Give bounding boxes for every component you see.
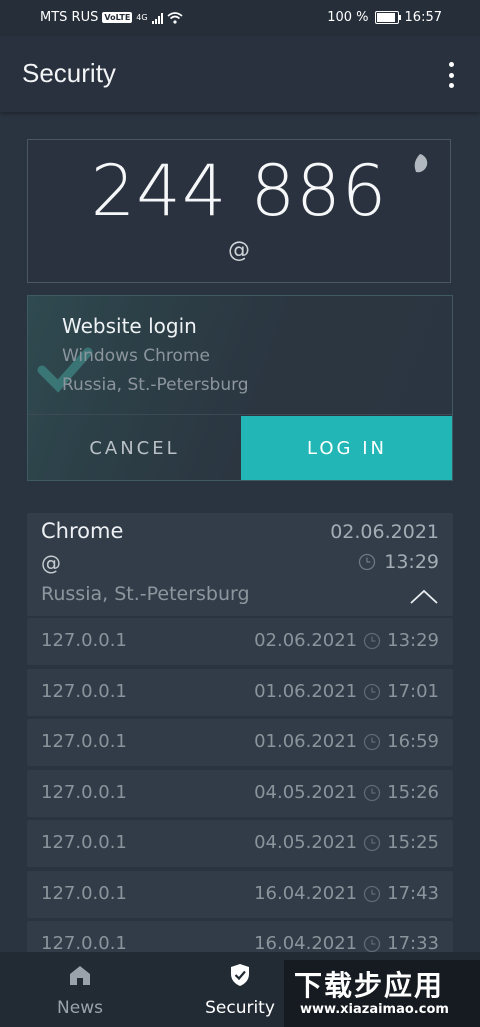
history-time: 16:59: [387, 731, 439, 752]
session-date: 02.06.2021: [330, 521, 439, 543]
countdown-pie-icon: [414, 154, 428, 173]
battery-icon: [374, 11, 401, 24]
history-row[interactable]: 127.0.0.1 01.06.2021 17:01: [27, 669, 453, 716]
carrier-name: MTS RUS: [40, 10, 99, 25]
nav-item-news[interactable]: News: [25, 962, 135, 1018]
clock-icon: [359, 553, 376, 571]
otp-code-card: 244 886 @: [27, 139, 451, 283]
home-icon: [70, 966, 90, 985]
history-row[interactable]: 127.0.0.1 02.06.2021 13:29: [27, 618, 453, 665]
session-browser: Chrome: [41, 519, 124, 543]
log-in-button[interactable]: LOG IN: [241, 416, 452, 480]
login-request-client: Windows Chrome: [62, 346, 210, 366]
otp-code[interactable]: 244 886: [28, 150, 450, 232]
wifi-icon: [167, 11, 183, 24]
status-bar: MTS RUS VoLTE 4G 100 % 16:57: [0, 0, 480, 36]
session-time-value: 13:29: [384, 551, 439, 573]
signal-icon: [151, 12, 163, 24]
history-time: 15:25: [387, 832, 439, 853]
history-datetime: 04.05.2021 15:25: [254, 832, 439, 853]
history-row[interactable]: 127.0.0.1 04.05.2021 15:26: [27, 770, 453, 817]
history-ip: 127.0.0.1: [41, 883, 127, 904]
cancel-button[interactable]: CANCEL: [28, 416, 241, 480]
session-header[interactable]: Chrome 02.06.2021 @ 13:29 Russia, St.-Pe…: [27, 513, 453, 616]
history-row[interactable]: 127.0.0.1 04.05.2021 15:25: [27, 820, 453, 867]
login-request-title: Website login: [62, 314, 197, 338]
clock-time: 16:57: [404, 10, 442, 25]
history-time: 17:01: [387, 681, 439, 702]
page-title: Security: [22, 58, 116, 88]
network-type: 4G: [136, 13, 148, 22]
chevron-up-icon[interactable]: [409, 589, 439, 605]
history-date: 04.05.2021: [254, 782, 358, 803]
nav-item-security[interactable]: Security: [185, 962, 295, 1018]
history-ip: 127.0.0.1: [41, 933, 127, 954]
more-vert-icon[interactable]: [446, 62, 456, 88]
app-bar: Security: [0, 36, 480, 112]
session-location: Russia, St.-Petersburg: [41, 583, 250, 605]
history-time: 17:33: [387, 933, 439, 954]
history-date: 16.04.2021: [254, 933, 358, 954]
history-ip: 127.0.0.1: [41, 731, 127, 752]
volte-badge: VoLTE: [102, 12, 133, 23]
clock-icon: [363, 784, 381, 801]
history-time: 17:43: [387, 883, 439, 904]
history-date: 02.06.2021: [254, 630, 358, 651]
history-row[interactable]: 127.0.0.1 16.04.2021 17:43: [27, 871, 453, 918]
history-row[interactable]: 127.0.0.1 01.06.2021 16:59: [27, 719, 453, 766]
history-date: 16.04.2021: [254, 883, 358, 904]
history-time: 15:26: [387, 782, 439, 803]
history-datetime: 16.04.2021 17:43: [254, 883, 439, 904]
history-date: 04.05.2021: [254, 832, 358, 853]
login-request-location: Russia, St.-Petersburg: [62, 375, 249, 395]
clock-icon: [363, 632, 381, 649]
clock-icon: [363, 935, 381, 952]
login-request-card: Website login Windows Chrome Russia, St.…: [27, 295, 453, 481]
clock-icon: [363, 683, 381, 700]
history-datetime: 01.06.2021 17:01: [254, 681, 439, 702]
history-date: 01.06.2021: [254, 681, 358, 702]
history-time: 13:29: [387, 630, 439, 651]
clock-icon: [363, 834, 381, 851]
clock-icon: [363, 885, 381, 902]
otp-account: @: [228, 238, 250, 263]
divider: [28, 414, 452, 415]
history-datetime: 04.05.2021 15:26: [254, 782, 439, 803]
watermark-url: www.xiazaimao.com: [300, 1002, 449, 1017]
shield-check-icon: [231, 964, 249, 986]
battery-percent: 100 %: [327, 10, 369, 25]
history-datetime: 01.06.2021 16:59: [254, 731, 439, 752]
history-ip: 127.0.0.1: [41, 832, 127, 853]
history-datetime: 02.06.2021 13:29: [254, 630, 439, 651]
history-ip: 127.0.0.1: [41, 782, 127, 803]
watermark-text: 下载步应用: [294, 969, 445, 1002]
history-ip: 127.0.0.1: [41, 630, 127, 651]
history-date: 01.06.2021: [254, 731, 358, 752]
session-time: 13:29: [358, 551, 439, 573]
clock-icon: [363, 733, 381, 750]
history-datetime: 16.04.2021 17:33: [254, 933, 439, 954]
history-ip: 127.0.0.1: [41, 681, 127, 702]
nav-item-label: News: [57, 998, 103, 1018]
nav-item-label: Security: [205, 998, 275, 1018]
session-account: @: [41, 551, 61, 575]
